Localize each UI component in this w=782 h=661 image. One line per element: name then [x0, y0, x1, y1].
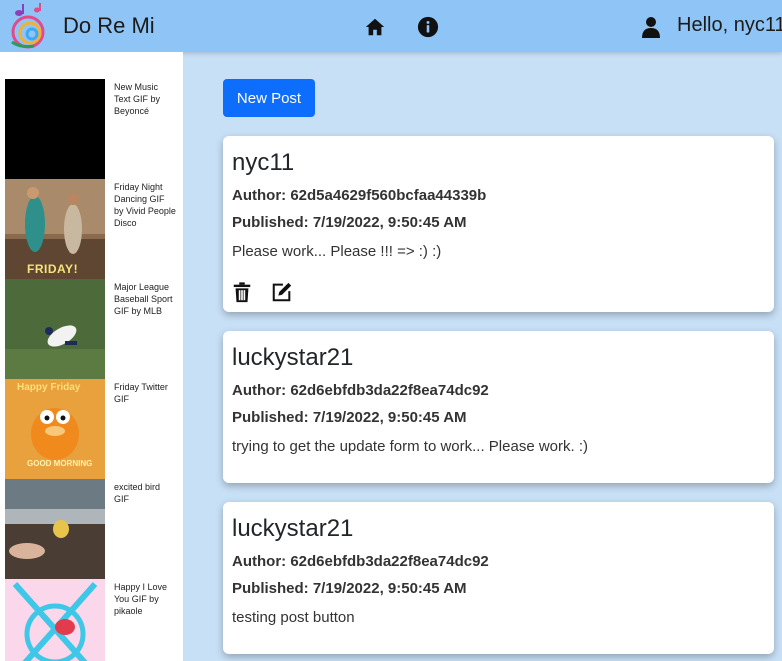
post-author: Author: 62d6ebfdb3da22f8ea74dc92	[232, 382, 489, 399]
gif-thumbnail[interactable]: Happy Friday GOOD MORNING	[5, 379, 105, 479]
post-title: luckystar21	[232, 515, 354, 542]
gif-caption: New Music Text GIF by Beyoncé	[114, 82, 161, 116]
post-title: nyc11	[232, 149, 295, 176]
gif-caption: Major League Baseball Sport GIF by MLB	[114, 282, 173, 316]
edit-icon[interactable]	[271, 281, 293, 303]
gif-overlay-text: GOOD MORNING	[27, 459, 93, 468]
gif-thumbnail[interactable]	[5, 79, 105, 179]
post-card: luckystar21 Author: 62d6ebfdb3da22f8ea74…	[223, 331, 774, 483]
user-icon[interactable]	[639, 15, 663, 39]
brand-title[interactable]: Do Re Mi	[63, 13, 155, 39]
gif-caption: excited bird GIF	[114, 482, 161, 504]
gif-overlay-text: Happy Friday	[17, 382, 81, 393]
post-title: luckystar21	[232, 344, 354, 371]
gif-caption: Friday Twitter GIF	[114, 382, 168, 404]
post-body: testing post button	[232, 609, 355, 626]
baseball-gif-image	[5, 279, 105, 379]
new-post-button[interactable]: New Post	[223, 79, 315, 117]
post-card: luckystar21 Author: 62d6ebfdb3da22f8ea74…	[223, 502, 774, 654]
user-greeting: Hello, nyc11	[677, 14, 782, 36]
music-logo-icon[interactable]	[4, 2, 54, 52]
gif-item[interactable]: FRIDAY! Friday Night Dancing GIF by Vivi…	[5, 179, 177, 279]
post-body: trying to get the update form to work...…	[232, 438, 588, 455]
home-icon[interactable]	[364, 16, 386, 38]
trash-icon[interactable]	[231, 281, 253, 303]
gif-overlay-text: FRIDAY!	[27, 262, 79, 276]
post-published-date: Published: 7/19/2022, 9:50:45 AM	[232, 409, 467, 426]
info-icon[interactable]	[417, 16, 439, 38]
love-gif-image	[5, 579, 105, 661]
post-published-date: Published: 7/19/2022, 9:50:45 AM	[232, 580, 467, 597]
gif-item[interactable]: Happy Friday GOOD MORNING Friday Twitter…	[5, 379, 177, 479]
gif-caption: Happy I Love You GIF by pikaole	[114, 582, 168, 616]
gif-thumbnail[interactable]: FRIDAY!	[5, 179, 105, 279]
gif-thumbnail[interactable]	[5, 279, 105, 379]
gif-thumbnail[interactable]	[5, 579, 105, 661]
gif-item[interactable]: New Music Text GIF by Beyoncé	[5, 79, 177, 179]
gif-caption: Friday Night Dancing GIF by Vivid People…	[114, 182, 176, 228]
navbar: Do Re Mi Hello, nyc11	[0, 0, 782, 52]
bird-gif-image	[5, 479, 105, 579]
gif-sidebar: New Music Text GIF by Beyoncé FRIDAY! Fr…	[0, 52, 183, 661]
gif-item[interactable]: excited bird GIF	[5, 479, 177, 579]
gif-item[interactable]: Major League Baseball Sport GIF by MLB	[5, 279, 177, 379]
gif-item[interactable]: Happy I Love You GIF by pikaole	[5, 579, 177, 661]
post-body: Please work... Please !!! => :) :)	[232, 243, 442, 260]
post-published-date: Published: 7/19/2022, 9:50:45 AM	[232, 214, 467, 231]
main-content: New Post nyc11 Author: 62d5a4629f560bcfa…	[183, 52, 782, 661]
gif-thumbnail[interactable]	[5, 479, 105, 579]
post-author: Author: 62d6ebfdb3da22f8ea74dc92	[232, 553, 489, 570]
post-author: Author: 62d5a4629f560bcfaa44339b	[232, 187, 487, 204]
post-card: nyc11 Author: 62d5a4629f560bcfaa44339b P…	[223, 136, 774, 312]
